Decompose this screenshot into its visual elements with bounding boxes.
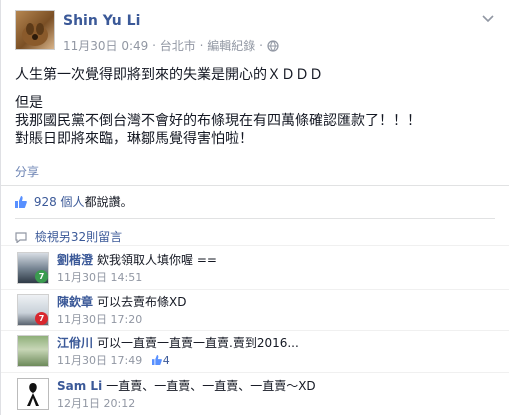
divider [1, 289, 509, 290]
view-more-comments[interactable]: 檢視另32則留言 [15, 228, 122, 245]
commenter-avatar[interactable] [17, 378, 49, 410]
post-date[interactable]: 11月30日 0:49 [63, 39, 148, 53]
black-ribbon-icon [27, 383, 39, 406]
comment-item: Sam Li 一直賣、一直賣、一直賣、一直賣～XD 12月1日 20:12 [15, 376, 495, 412]
author-avatar[interactable] [15, 10, 55, 50]
divider [1, 372, 509, 373]
post-meta: 11月30日 0:49 · 台北市 · 編輯紀錄 · [63, 37, 279, 54]
divider [1, 330, 509, 331]
meta-separator: · [259, 38, 263, 53]
commenter-avatar[interactable] [17, 335, 49, 367]
jersey-badge-icon: 7 [35, 312, 48, 325]
divider [1, 185, 509, 186]
commenter-avatar[interactable]: 7 [17, 294, 49, 326]
post-location[interactable]: 台北市 [160, 39, 196, 53]
comment-time[interactable]: 11月30日 14:51 [57, 269, 142, 285]
like-thumb-icon [15, 196, 27, 208]
post-line: 但是 [15, 95, 43, 111]
jersey-badge-icon: 7 [35, 270, 48, 283]
comment-item: 7 陳欽章 可以去賣布條XD 11月30日 17:20 [15, 292, 495, 328]
comment-item: 江佾川 可以一直賣一直賣一直賣.賣到2016... 11月30日 17:49 4 [15, 333, 495, 369]
comment-text: 可以去賣布條XD [97, 295, 187, 309]
edit-history-link[interactable]: 編輯紀錄 [207, 39, 255, 53]
commenter-avatar[interactable]: 7 [17, 252, 49, 284]
post-line: 人生第一次覺得即將到來的失業是開心的ＸＤＤＤ [15, 67, 323, 83]
meta-separator: · [152, 38, 156, 53]
post-body: 人生第一次覺得即將到來的失業是開心的ＸＤＤＤ 但是 我那國民黨不倒台灣不會好的布… [15, 66, 495, 148]
divider [15, 218, 495, 219]
comment-item: 7 劉楷澄 欸我領取人填你喔 == 11月30日 14:51 [15, 250, 495, 286]
comment-like-count[interactable]: 4 [163, 354, 170, 367]
divider [1, 245, 509, 246]
comment-time[interactable]: 12月1日 20:12 [57, 395, 135, 411]
comment-text: 一直賣、一直賣、一直賣、一直賣～XD [106, 379, 316, 393]
commenter-name[interactable]: 陳欽章 [57, 295, 93, 309]
view-more-label: 檢視另32則留言 [34, 230, 123, 244]
commenter-name[interactable]: Sam Li [57, 379, 102, 393]
post-line: 對賬日即將來臨，琳鄒馬覺得害怕啦！ [15, 131, 253, 147]
likes-count-link[interactable]: 928 個人 [34, 195, 85, 209]
post-line: 我那國民黨不倒台灣不會好的布條現在有四萬條確認匯款了！！！ [15, 113, 421, 129]
privacy-globe-icon[interactable] [267, 39, 279, 52]
commenter-name[interactable]: 江佾川 [57, 336, 93, 350]
comment-text: 可以一直賣一直賣一直賣.賣到2016... [97, 336, 299, 350]
dog-photo-icon [22, 23, 48, 46]
comment-text: 欸我領取人填你喔 == [97, 253, 217, 267]
comment-like-thumb-icon [151, 355, 162, 365]
post-header: Shin Yu Li 11月30日 0:49 · 台北市 · 編輯紀錄 · [15, 10, 495, 54]
likes-summary: 928 個人都說讚。 [15, 193, 133, 210]
comment-time[interactable]: 11月30日 17:20 [57, 311, 142, 327]
meta-separator: · [199, 38, 204, 53]
comment-time[interactable]: 11月30日 17:49 [57, 354, 142, 367]
comment-bubble-icon [15, 232, 27, 243]
likes-rest-text: 都說讚。 [84, 195, 133, 209]
post-card: Shin Yu Li 11月30日 0:49 · 台北市 · 編輯紀錄 · 人生… [0, 0, 509, 415]
post-options-chevron-icon[interactable] [481, 12, 495, 26]
share-link[interactable]: 分享 [15, 163, 39, 180]
commenter-name[interactable]: 劉楷澄 [57, 253, 93, 267]
post-author[interactable]: Shin Yu Li [63, 13, 140, 29]
